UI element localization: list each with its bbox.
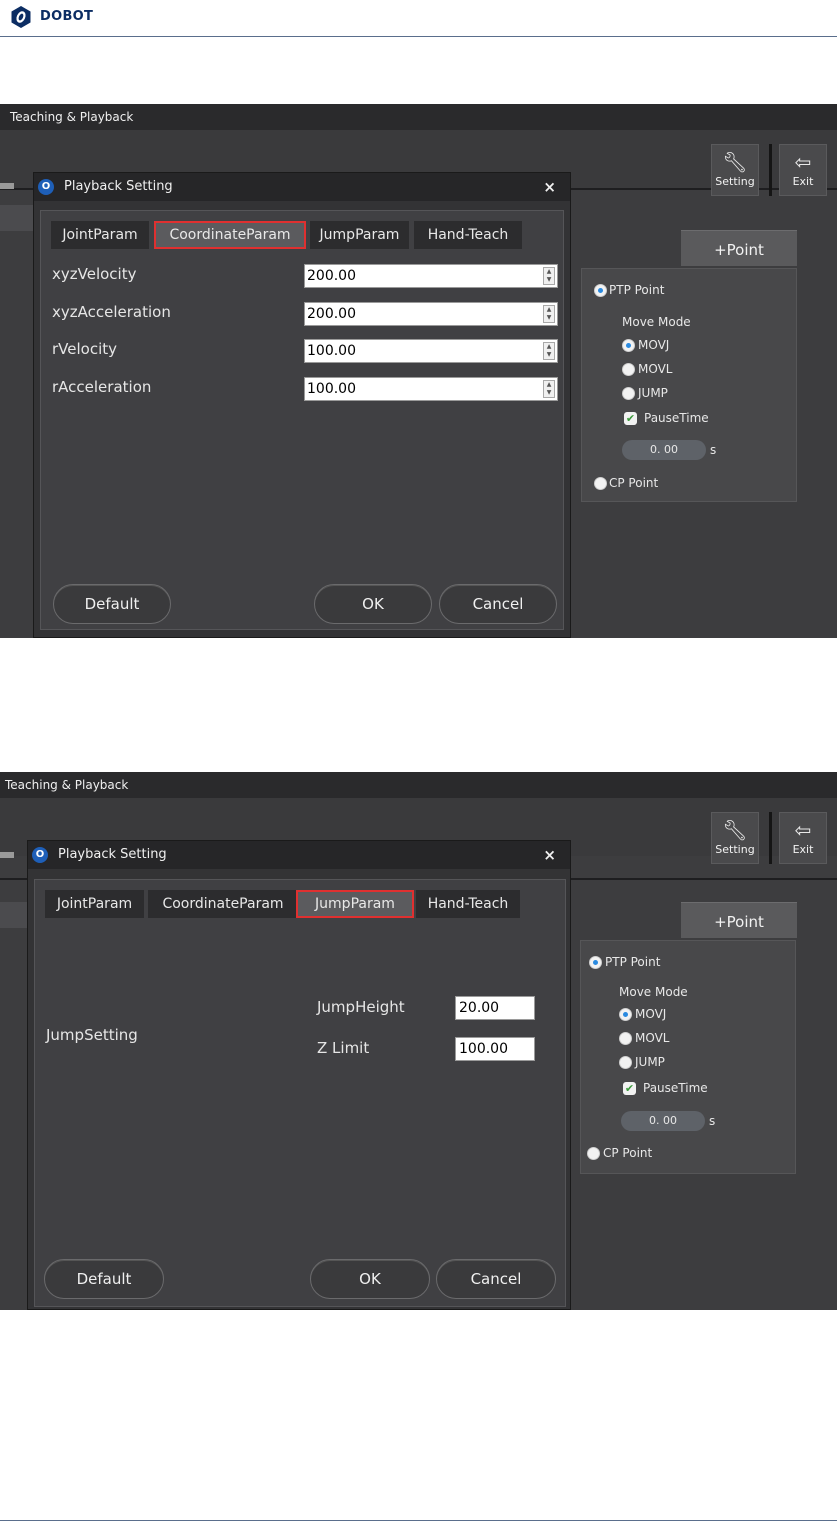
header-divider xyxy=(0,36,837,37)
window-title: Teaching & Playback xyxy=(0,104,837,130)
ptp-point-label: PTP Point xyxy=(609,283,665,297)
movl-radio[interactable] xyxy=(619,1032,632,1045)
exit-icon: ⇦ xyxy=(794,818,812,842)
ptp-point-radio[interactable] xyxy=(594,284,607,297)
movl-radio[interactable] xyxy=(622,363,635,376)
tab-coordinate-param[interactable]: CoordinateParam xyxy=(148,890,298,918)
wrench-icon: 🔧︎ xyxy=(722,150,748,174)
cp-point-label: CP Point xyxy=(603,1146,653,1160)
tab-coordinate-param[interactable]: CoordinateParam xyxy=(154,221,306,249)
tab-hand-teach[interactable]: Hand-Teach xyxy=(414,221,522,249)
toolbar-separator xyxy=(769,812,772,864)
move-mode-label: Move Mode xyxy=(622,315,691,329)
exit-icon: ⇦ xyxy=(794,150,812,174)
setting-button[interactable]: 🔧︎ Setting xyxy=(711,812,759,864)
pause-time-label: PauseTime xyxy=(643,1081,708,1095)
pause-time-unit: s xyxy=(709,1114,716,1128)
movj-label: MOVJ xyxy=(635,1007,667,1021)
movl-label: MOVL xyxy=(638,362,673,376)
spin-arrows-icon[interactable]: ▲ ▼ xyxy=(543,380,555,398)
dobot-logo-icon xyxy=(11,6,31,28)
movj-radio[interactable] xyxy=(622,339,635,352)
exit-button[interactable]: ⇦ Exit xyxy=(779,812,827,864)
r-velocity-label: rVelocity xyxy=(52,340,118,358)
pause-time-checkbox[interactable]: ✔ xyxy=(623,1082,636,1095)
ptp-point-radio[interactable] xyxy=(589,956,602,969)
spin-arrows-icon[interactable]: ▲ ▼ xyxy=(543,267,555,285)
xyz-acceleration-label: xyzAcceleration xyxy=(52,303,171,321)
movj-label: MOVJ xyxy=(638,338,670,352)
add-point-button[interactable]: +Point xyxy=(681,902,797,938)
close-icon[interactable]: × xyxy=(543,173,556,201)
playback-setting-dialog: O Playback Setting × JointParam Coordina… xyxy=(27,840,571,1310)
spin-arrows-icon[interactable]: ▲ ▼ xyxy=(543,305,555,323)
r-acceleration-label: rAcceleration xyxy=(52,378,152,396)
pause-time-input[interactable]: 0. 00 xyxy=(621,1111,705,1131)
cp-point-radio[interactable] xyxy=(587,1147,600,1160)
jump-radio[interactable] xyxy=(619,1056,632,1069)
tab-joint-param[interactable]: JointParam xyxy=(51,221,149,249)
dialog-title: Playback Setting xyxy=(64,179,173,194)
document-header: DOBOT xyxy=(0,0,837,38)
z-limit-label: Z Limit xyxy=(317,1039,370,1057)
tab-hand-teach[interactable]: Hand-Teach xyxy=(416,890,520,918)
screenshot-jump-param: Teaching & Playback 🔧︎ Setting ⇦ Exit +P… xyxy=(0,772,837,1310)
point-mode-panel: PTP Point Move Mode MOVJ MOVL JUMP ✔ Pau… xyxy=(581,268,797,502)
r-acceleration-input[interactable]: 100.00 ▲ ▼ xyxy=(304,377,558,401)
xyz-acceleration-input[interactable]: 200.00 ▲ ▼ xyxy=(304,302,558,326)
tab-jump-param[interactable]: JumpParam xyxy=(296,890,414,918)
cancel-button[interactable]: Cancel xyxy=(436,1259,556,1299)
cancel-button[interactable]: Cancel xyxy=(439,584,557,624)
window-title: Teaching & Playback xyxy=(0,772,837,798)
exit-button[interactable]: ⇦ Exit xyxy=(779,144,827,196)
pause-time-checkbox[interactable]: ✔ xyxy=(624,412,637,425)
xyz-velocity-label: xyzVelocity xyxy=(52,265,137,283)
collapsed-tab[interactable] xyxy=(0,852,14,858)
ok-button[interactable]: OK xyxy=(310,1259,430,1299)
collapsed-tab[interactable] xyxy=(0,183,14,189)
jump-radio[interactable] xyxy=(622,387,635,400)
z-limit-input[interactable]: 100.00 xyxy=(455,1037,535,1061)
movj-radio[interactable] xyxy=(619,1008,632,1021)
tab-joint-param[interactable]: JointParam xyxy=(45,890,144,918)
dobot-app-icon: O xyxy=(32,847,48,863)
jump-label: JUMP xyxy=(635,1055,665,1069)
toolbar-separator xyxy=(769,144,772,196)
default-button[interactable]: Default xyxy=(53,584,171,624)
dialog-body: JointParam CoordinateParam JumpParam Han… xyxy=(40,210,564,630)
spin-arrows-icon[interactable]: ▲ ▼ xyxy=(543,342,555,360)
footer-divider xyxy=(0,1520,837,1521)
move-mode-label: Move Mode xyxy=(619,985,688,999)
add-point-button[interactable]: +Point xyxy=(681,230,797,266)
screenshot-coordinate-param: Teaching & Playback 🔧︎ Setting ⇦ Exit +P… xyxy=(0,104,837,638)
cp-point-radio[interactable] xyxy=(594,477,607,490)
ok-button[interactable]: OK xyxy=(314,584,432,624)
close-icon[interactable]: × xyxy=(543,841,556,869)
pause-time-label: PauseTime xyxy=(644,411,709,425)
dialog-title-bar: O Playback Setting × xyxy=(28,841,570,869)
cp-point-label: CP Point xyxy=(609,476,659,490)
default-button[interactable]: Default xyxy=(44,1259,164,1299)
ptp-point-label: PTP Point xyxy=(605,955,661,969)
setting-button[interactable]: 🔧︎ Setting xyxy=(711,144,759,196)
pause-time-unit: s xyxy=(710,443,717,457)
jump-label: JUMP xyxy=(638,386,668,400)
pause-time-input[interactable]: 0. 00 xyxy=(622,440,706,460)
brand-name: DOBOT xyxy=(40,9,94,24)
playback-setting-dialog: O Playback Setting × JointParam Coordina… xyxy=(33,172,571,638)
jump-height-label: JumpHeight xyxy=(317,998,405,1016)
movl-label: MOVL xyxy=(635,1031,670,1045)
jump-setting-label: JumpSetting xyxy=(46,1026,138,1044)
dobot-app-icon: O xyxy=(38,179,54,195)
dialog-title-bar: O Playback Setting × xyxy=(34,173,570,201)
xyz-velocity-input[interactable]: 200.00 ▲ ▼ xyxy=(304,264,558,288)
wrench-icon: 🔧︎ xyxy=(722,818,748,842)
tab-jump-param[interactable]: JumpParam xyxy=(310,221,409,249)
r-velocity-input[interactable]: 100.00 ▲ ▼ xyxy=(304,339,558,363)
point-mode-panel: PTP Point Move Mode MOVJ MOVL JUMP ✔ Pau… xyxy=(580,940,796,1174)
jump-height-input[interactable]: 20.00 xyxy=(455,996,535,1020)
dialog-body: JointParam CoordinateParam JumpParam Han… xyxy=(34,879,566,1307)
dialog-title: Playback Setting xyxy=(58,847,167,862)
